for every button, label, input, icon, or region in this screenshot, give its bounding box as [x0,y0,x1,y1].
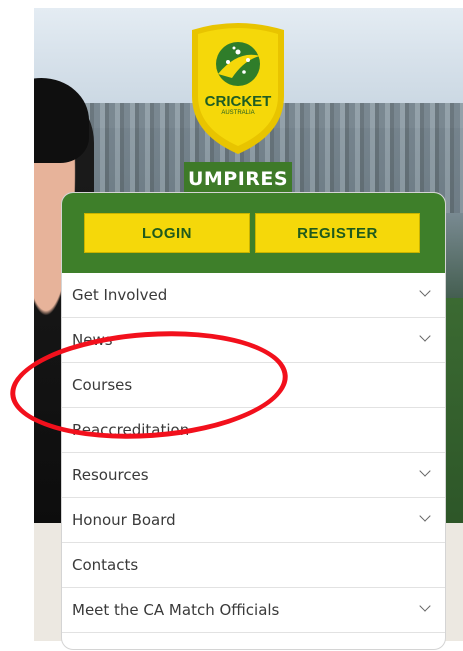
logo-text-australia: AUSTRALIA [221,110,255,116]
login-button[interactable]: LOGIN [84,213,250,253]
cricket-australia-shield-icon [192,23,284,154]
nav-item-reaccreditation[interactable]: Reaccreditation [62,408,445,453]
nav-item-news[interactable]: News [62,318,445,363]
umpires-title: UMPIRES [184,162,292,196]
nav-menu: Get Involved News Courses Reaccreditatio… [62,273,445,633]
nav-item-contacts[interactable]: Contacts [62,543,445,588]
nav-item-label: Honour Board [72,511,176,529]
nav-item-label: Courses [72,376,133,394]
chevron-down-icon[interactable] [419,285,431,297]
navigation-panel: LOGIN REGISTER Get Involved News Courses… [61,192,446,650]
nav-item-resources[interactable]: Resources [62,453,445,498]
chevron-down-icon[interactable] [419,330,431,342]
chevron-down-icon[interactable] [419,465,431,477]
nav-item-label: Get Involved [72,286,168,304]
nav-item-label: News [72,331,113,349]
logo-wordmark: CRICKET AUSTRALIA [188,94,288,117]
logo-text-cricket: CRICKET [204,93,272,110]
nav-item-get-involved[interactable]: Get Involved [62,273,445,318]
nav-item-label: Resources [72,466,149,484]
chevron-down-icon[interactable] [419,510,431,522]
chevron-down-icon[interactable] [419,600,431,612]
nav-item-label: Contacts [72,556,139,574]
cricket-australia-logo[interactable]: CRICKET AUSTRALIA [188,16,288,186]
nav-item-courses[interactable]: Courses [62,363,445,408]
nav-item-honour-board[interactable]: Honour Board [62,498,445,543]
nav-item-label: Reaccreditation [72,421,190,439]
register-button[interactable]: REGISTER [255,213,420,253]
auth-header: LOGIN REGISTER [62,193,445,273]
nav-item-meet-officials[interactable]: Meet the CA Match Officials [62,588,445,633]
nav-item-label: Meet the CA Match Officials [72,601,280,619]
